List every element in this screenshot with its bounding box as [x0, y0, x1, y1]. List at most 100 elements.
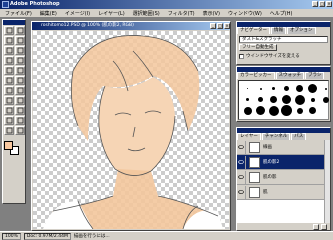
menu-item[interactable]: 表示(V): [200, 10, 223, 17]
doc-minimize-button[interactable]: _: [210, 23, 216, 29]
doc-close-button[interactable]: ×: [224, 23, 230, 29]
status-hint: 描画を行うには...: [73, 234, 110, 239]
layer-row[interactable]: 線画: [237, 140, 324, 155]
layer-thumbnail: [249, 141, 260, 153]
move-icon[interactable]: [15, 26, 25, 35]
panel-tab[interactable]: パス: [291, 133, 307, 140]
crop-icon[interactable]: [4, 46, 14, 55]
layer-list: 線画肌の影2 肌の影肌: [237, 140, 324, 223]
toolbox: [2, 19, 26, 204]
status-bar: 100% Doc: 0.97M/2.44M 描画を行うには...: [0, 231, 333, 240]
slice-icon[interactable]: [15, 46, 25, 55]
filter-field[interactable]: ダスト&スクラッチ: [239, 36, 328, 43]
brush-preset[interactable]: [320, 84, 331, 93]
maximize-button[interactable]: □: [319, 1, 325, 7]
brush-preset[interactable]: [255, 106, 266, 115]
marquee-icon[interactable]: [4, 26, 14, 35]
history-brush-icon[interactable]: [15, 66, 25, 75]
document-title: roshitomo12.PSD @ 100% (肌の影2, RGB): [32, 22, 230, 30]
magic-wand-icon[interactable]: [15, 36, 25, 45]
panel-tab[interactable]: オプション: [287, 27, 316, 34]
brush-preset[interactable]: [268, 105, 279, 116]
brush-preset[interactable]: [255, 84, 266, 93]
doc-maximize-button[interactable]: □: [217, 23, 223, 29]
document-window: roshitomo12.PSD @ 100% (肌の影2, RGB) _ □ ×: [31, 21, 231, 231]
eraser-icon[interactable]: [4, 76, 14, 85]
brush-preset[interactable]: [268, 95, 279, 104]
navigator-panel: ナビゲーター 情報 オプション ダスト&スクラッチ フリー自動生成 ウインドウサイズ…: [236, 21, 331, 65]
menu-item[interactable]: ファイル(F): [2, 10, 35, 17]
brush-preset[interactable]: [307, 106, 318, 115]
layer-name: 線画: [263, 145, 272, 150]
menu-item[interactable]: イメージ(I): [62, 10, 93, 17]
menu-item[interactable]: ウィンドウ(W): [225, 10, 265, 17]
panel-tab[interactable]: チャンネル: [261, 133, 291, 140]
gradient-icon[interactable]: [15, 76, 25, 85]
zoom-field[interactable]: 100%: [2, 232, 21, 240]
layer-list-scrollbar[interactable]: [324, 140, 330, 223]
menu-item[interactable]: フィルタ(T): [165, 10, 198, 17]
eyedropper-icon[interactable]: [15, 116, 25, 125]
panel-tab[interactable]: 情報: [271, 27, 286, 34]
menu-item[interactable]: レイヤー(L): [95, 10, 128, 17]
hand-icon[interactable]: [4, 126, 14, 135]
zoom-icon[interactable]: [15, 126, 25, 135]
layer-thumbnail: [249, 156, 260, 168]
shape-icon[interactable]: [15, 106, 25, 115]
type-icon[interactable]: [15, 96, 25, 105]
brush-preset[interactable]: [307, 84, 318, 93]
close-button[interactable]: ×: [326, 1, 332, 7]
new-layer-button[interactable]: [313, 223, 319, 230]
panel-tab[interactable]: スウォッチ: [275, 72, 304, 79]
layer-row[interactable]: 肌の影2: [237, 155, 324, 170]
panel-tab[interactable]: ナビゲーター: [237, 27, 270, 34]
layer-row[interactable]: 肌: [237, 185, 324, 200]
layer-row[interactable]: 肌の影: [237, 170, 324, 185]
panel-tab[interactable]: カラーピッカー: [237, 72, 275, 79]
doc-info[interactable]: Doc: 0.97M/2.44M: [23, 232, 71, 240]
brush-preset[interactable]: [294, 94, 305, 105]
dodge-icon[interactable]: [15, 86, 25, 95]
menu-item[interactable]: ヘルプ(H): [267, 10, 296, 17]
resize-window-checkbox[interactable]: [239, 53, 244, 59]
brush-preset[interactable]: [294, 106, 305, 115]
panel-tab[interactable]: ブラシ: [305, 72, 325, 79]
brush-preset[interactable]: [268, 84, 279, 93]
eye-icon[interactable]: [237, 155, 246, 169]
document-canvas[interactable]: [33, 31, 229, 229]
character-sketch-artwork: [43, 35, 223, 229]
panel-tab[interactable]: レイヤー: [237, 133, 261, 140]
eye-icon[interactable]: [237, 140, 246, 154]
brush-preset[interactable]: [320, 95, 331, 104]
brush-preset[interactable]: [281, 105, 292, 116]
pen-icon[interactable]: [4, 106, 14, 115]
menu-item[interactable]: 選択範囲(S): [130, 10, 163, 17]
foreground-color-swatch[interactable]: [4, 141, 13, 150]
brush-preset[interactable]: [242, 95, 253, 104]
path-icon[interactable]: [4, 96, 14, 105]
minimize-button[interactable]: _: [312, 1, 318, 7]
brushes-panel: カラーピッカー スウォッチ ブラシ: [236, 66, 331, 122]
resize-window-label: ウインドウサイズを変える: [246, 54, 300, 59]
brush-preset[interactable]: [294, 84, 305, 93]
lasso-icon[interactable]: [4, 36, 14, 45]
brush-preset[interactable]: [242, 106, 253, 115]
brush-preset[interactable]: [281, 95, 292, 104]
stamp-icon[interactable]: [4, 66, 14, 75]
auto-generate-button[interactable]: フリー自動生成: [239, 44, 277, 51]
menu-item[interactable]: 編集(E): [37, 10, 60, 17]
brush-preset[interactable]: [281, 84, 292, 93]
brush-presets-grid: [238, 80, 329, 120]
brush-preset[interactable]: [255, 95, 266, 104]
delete-layer-button[interactable]: [321, 223, 327, 230]
brush-icon[interactable]: [15, 56, 25, 65]
eye-icon[interactable]: [237, 185, 246, 199]
brush-preset[interactable]: [242, 84, 253, 93]
blur-icon[interactable]: [4, 86, 14, 95]
brush-preset[interactable]: [307, 95, 318, 104]
eye-icon[interactable]: [237, 170, 246, 184]
healing-icon[interactable]: [4, 56, 14, 65]
notes-icon[interactable]: [4, 116, 14, 125]
layer-thumbnail: [249, 171, 260, 183]
app-title-bar: Adobe Photoshop: [0, 0, 333, 9]
